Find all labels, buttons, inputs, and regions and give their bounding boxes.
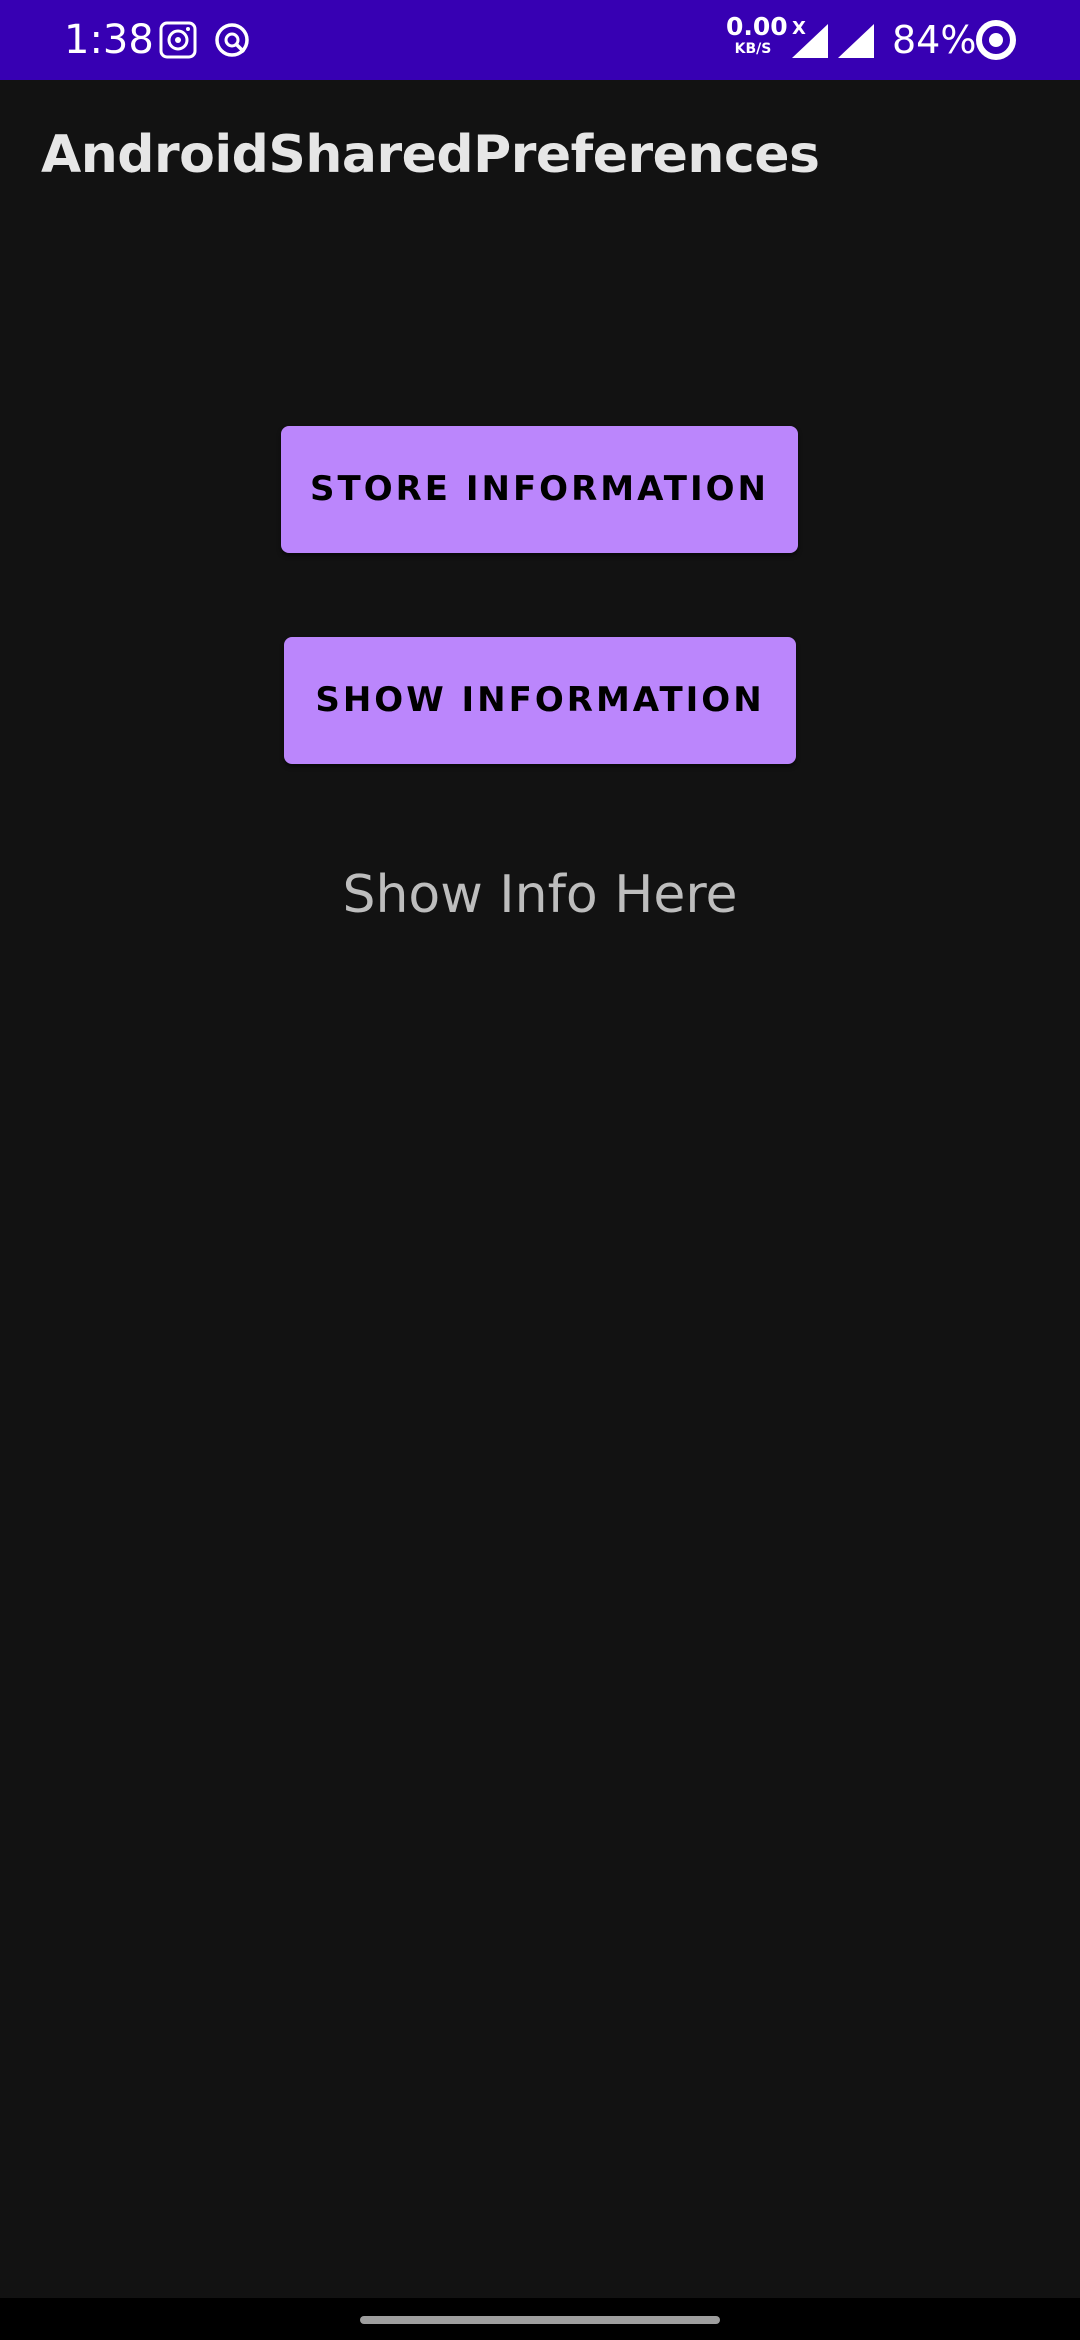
battery-saver-icon	[974, 18, 1018, 62]
media-player-icon	[158, 20, 198, 60]
app-title: AndroidSharedPreferences	[41, 125, 820, 185]
network-speed-unit: KB/S	[734, 41, 772, 57]
gesture-handle[interactable]	[360, 2316, 720, 2324]
status-bar: 1:38 0.00 KB/S X 84%	[0, 0, 1080, 80]
status-time: 1:38	[64, 17, 154, 63]
show-information-button[interactable]: SHOW INFORMATION	[284, 637, 796, 764]
network-speed-value: 0.00	[726, 12, 788, 41]
signal-icon	[792, 24, 828, 58]
network-speed: 0.00 KB/S	[726, 12, 788, 57]
vpn-icon	[212, 20, 252, 60]
app-screen: 1:38 0.00 KB/S X 84% AndroidSharedPrefer…	[0, 0, 1080, 2340]
battery-percent: 84%	[892, 18, 977, 62]
navigation-bar	[0, 2298, 1080, 2340]
signal-icon	[838, 24, 874, 58]
store-information-button[interactable]: STORE INFORMATION	[281, 426, 798, 553]
info-text: Show Info Here	[342, 865, 738, 925]
